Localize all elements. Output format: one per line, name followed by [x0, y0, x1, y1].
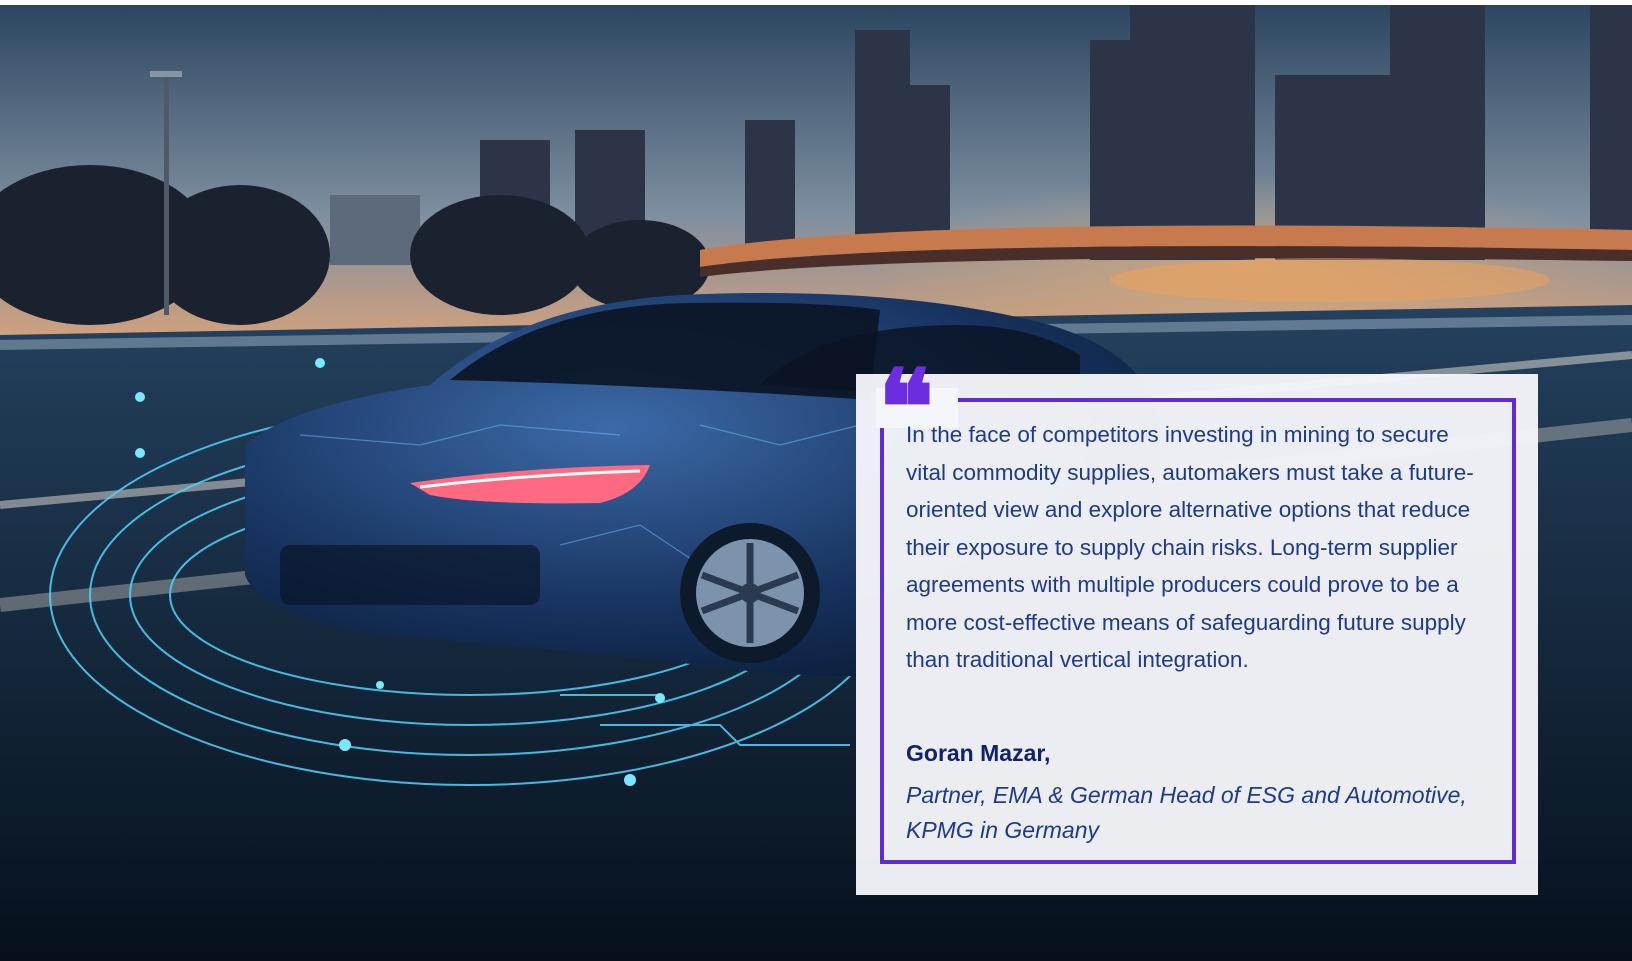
quote-author-role: Partner, EMA & German Head of ESG and Au…	[906, 782, 1467, 843]
quote-card: ❝ In the face of competitors investing i…	[856, 356, 1538, 895]
quote-text: In the face of competitors investing in …	[906, 422, 1474, 672]
quote-author: Goran Mazar,	[906, 740, 1051, 766]
